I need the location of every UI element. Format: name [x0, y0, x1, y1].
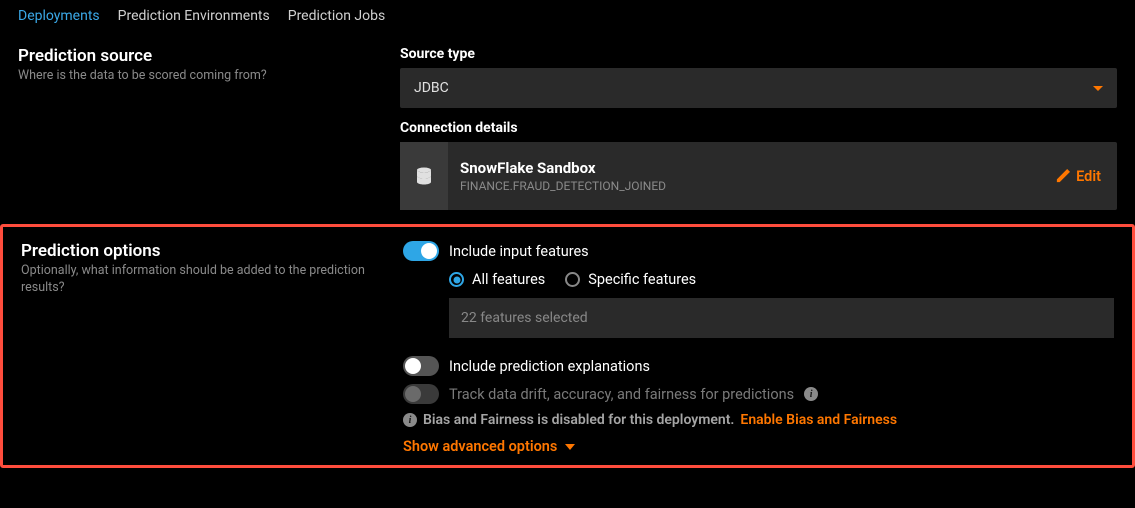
chevron-down-icon [565, 444, 575, 450]
prediction-options-title: Prediction options [21, 241, 383, 261]
connection-details-label: Connection details [400, 120, 1117, 136]
tab-deployments[interactable]: Deployments [18, 8, 100, 24]
include-explanations-label: Include prediction explanations [449, 358, 650, 375]
edit-icon [1055, 169, 1070, 184]
prediction-source-description: Where is the data to be scored coming fr… [18, 68, 380, 85]
source-type-value: JDBC [414, 80, 449, 96]
radio-circle-icon [565, 272, 580, 287]
include-features-toggle[interactable] [403, 241, 439, 261]
prediction-source-title: Prediction source [18, 46, 380, 66]
prediction-options-description: Optionally, what information should be a… [21, 263, 383, 297]
features-selected-display[interactable]: 22 features selected [449, 298, 1114, 338]
include-explanations-toggle[interactable] [403, 356, 439, 376]
bias-disabled-text: Bias and Fairness is disabled for this d… [423, 412, 734, 428]
connection-icon-area [400, 142, 448, 210]
track-drift-label: Track data drift, accuracy, and fairness… [449, 386, 794, 403]
show-advanced-options-button[interactable]: Show advanced options [403, 438, 1114, 455]
tab-prediction-jobs[interactable]: Prediction Jobs [288, 8, 385, 24]
radio-specific-features-label: Specific features [588, 271, 696, 288]
source-type-select[interactable]: JDBC [400, 68, 1117, 108]
features-selected-text: 22 features selected [461, 310, 588, 326]
info-icon: i [403, 413, 417, 427]
edit-connection-button[interactable]: Edit [1055, 142, 1117, 210]
edit-label: Edit [1076, 168, 1101, 185]
radio-specific-features[interactable]: Specific features [565, 271, 696, 288]
show-advanced-label: Show advanced options [403, 438, 557, 455]
database-icon [416, 167, 432, 185]
tab-prediction-environments[interactable]: Prediction Environments [118, 8, 270, 24]
enable-bias-fairness-link[interactable]: Enable Bias and Fairness [740, 412, 897, 428]
include-features-label: Include input features [449, 243, 589, 260]
radio-all-features[interactable]: All features [449, 271, 545, 288]
source-type-label: Source type [400, 46, 1117, 62]
chevron-down-icon [1093, 86, 1103, 91]
track-drift-toggle [403, 384, 439, 404]
connection-name: SnowFlake Sandbox [460, 159, 1043, 177]
info-icon[interactable]: i [804, 387, 818, 401]
connection-card: SnowFlake Sandbox FINANCE.FRAUD_DETECTIO… [400, 142, 1117, 210]
radio-circle-selected-icon [449, 272, 464, 287]
radio-all-features-label: All features [472, 271, 545, 288]
connection-path: FINANCE.FRAUD_DETECTION_JOINED [460, 179, 1043, 193]
